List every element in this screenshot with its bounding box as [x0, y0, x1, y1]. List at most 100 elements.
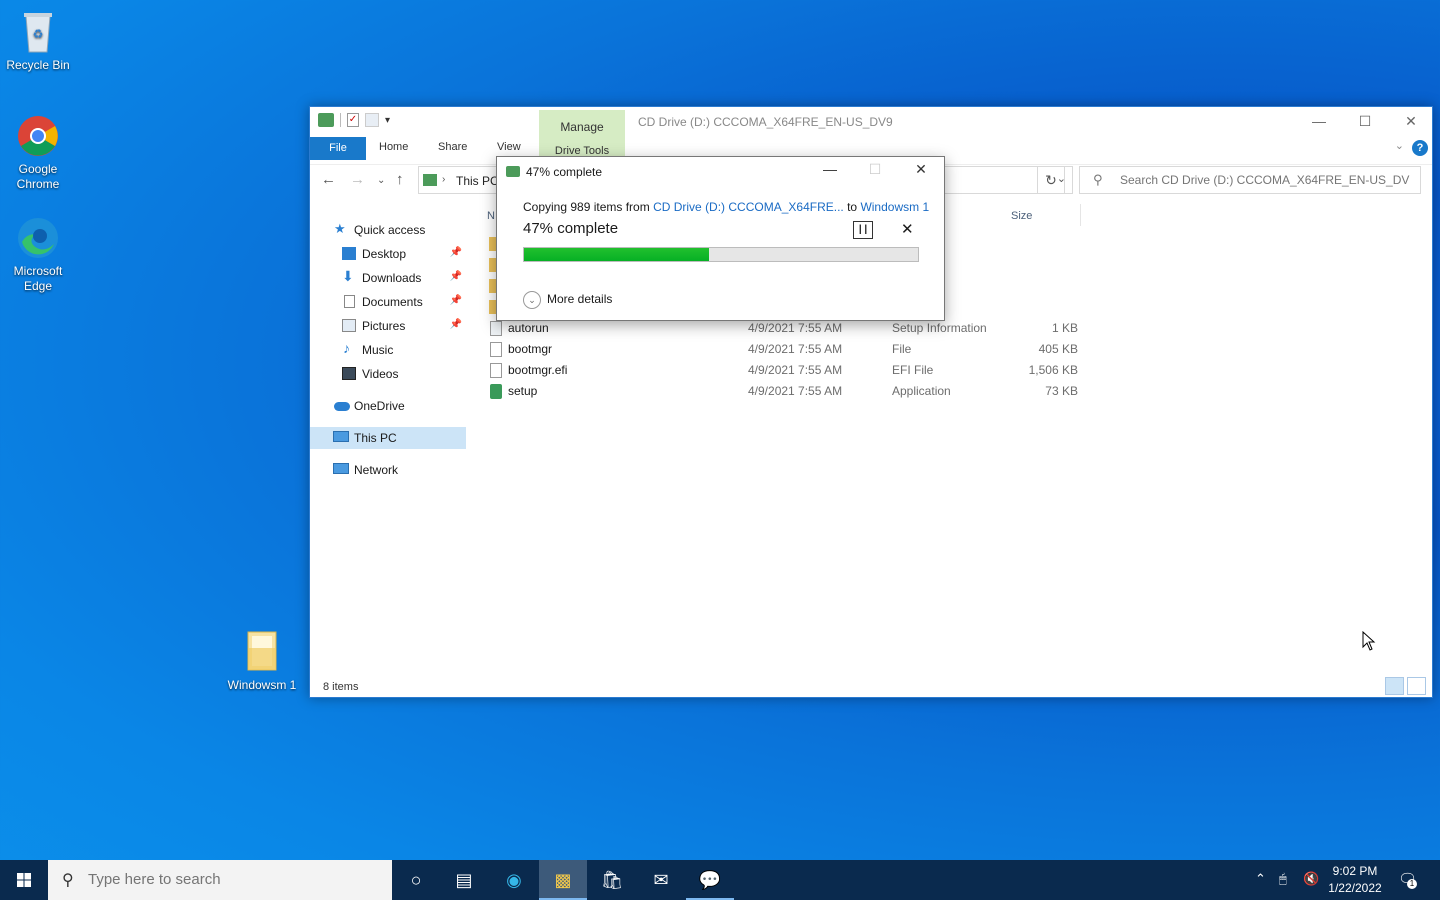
pin-icon[interactable]: 📌: [450, 295, 462, 306]
copy-progress-dialog: 47% complete — ☐ ✕ Copying 989 items fro…: [496, 156, 945, 321]
up-arrow-icon[interactable]: ↑: [396, 171, 404, 188]
nav-item-label: OneDrive: [354, 399, 405, 413]
nav-item-label: Desktop: [362, 247, 407, 261]
store-icon[interactable]: 🛍: [588, 860, 636, 900]
tab-share[interactable]: Share: [438, 141, 467, 153]
back-arrow-icon[interactable]: ←: [321, 171, 336, 188]
desktop-icon-label: Microsoft Edge: [13, 264, 63, 293]
nav-item-downloads[interactable]: ⬇ Downloads 📌: [310, 267, 466, 289]
desktop-icon-microsoft-edge[interactable]: Microsoft Edge: [0, 214, 76, 294]
close-button[interactable]: ✕: [1388, 107, 1434, 137]
nav-item-videos[interactable]: Videos: [310, 363, 466, 385]
new-folder-icon[interactable]: [365, 113, 379, 127]
taskbar-clock[interactable]: 9:02 PM 1/22/2022: [1320, 863, 1390, 897]
network-tray-icon[interactable]: 🖱: [1279, 871, 1287, 887]
taskbar-search[interactable]: ⚲: [48, 860, 392, 900]
title-bar: ✓ ▾ Manage Drive Tools CD Drive (D:) CCC…: [310, 107, 1434, 158]
pin-icon[interactable]: 📌: [450, 271, 462, 282]
breadcrumb[interactable]: This PC: [456, 174, 499, 188]
search-box[interactable]: ⚲: [1079, 166, 1421, 194]
taskbar: ⚲ ○ ▤ ◉ ▩ 🛍 ✉ 💬 ⌃ 🖱 🔇 9:02 PM 1/22/2022 …: [0, 860, 1440, 900]
file-explorer-taskbar-icon[interactable]: ▩: [539, 860, 587, 900]
destination-link[interactable]: Windowsm 1: [860, 200, 929, 214]
computer-icon: [333, 431, 349, 442]
pin-icon[interactable]: 📌: [450, 247, 462, 258]
dialog-title: 47% complete: [526, 165, 603, 179]
file-name: bootmgr.efi: [508, 363, 568, 377]
separator: [340, 113, 341, 127]
list-item[interactable]: bootmgr.efi 4/9/2021 7:55 AM EFI File 1,…: [487, 360, 1087, 381]
pause-button[interactable]: | |: [853, 221, 873, 239]
desktop-icon-recycle-bin[interactable]: ♻ Recycle Bin: [0, 8, 76, 73]
file-icon: [490, 342, 502, 357]
large-icons-view-icon[interactable]: [1407, 677, 1426, 695]
download-arrow-icon: ⬇: [342, 268, 354, 284]
list-item[interactable]: setup 4/9/2021 7:55 AM Application 73 KB: [487, 381, 1087, 402]
progress-fill: [524, 248, 710, 261]
start-button[interactable]: [0, 860, 48, 900]
dialog-close-button[interactable]: ✕: [906, 161, 936, 178]
nav-item-desktop[interactable]: Desktop 📌: [310, 243, 466, 265]
chrome-icon: [14, 112, 62, 160]
task-view-icon[interactable]: ▤: [440, 860, 488, 900]
list-item[interactable]: bootmgr 4/9/2021 7:55 AM File 405 KB: [487, 339, 1087, 360]
desktop-icon-label: Windowsm 1: [227, 678, 297, 692]
file-name: autorun: [508, 321, 549, 335]
to-word: to: [843, 200, 861, 214]
expand-ribbon-icon[interactable]: ⌄: [1395, 139, 1404, 152]
column-name-header[interactable]: N: [487, 210, 495, 222]
volume-muted-icon[interactable]: 🔇: [1303, 871, 1319, 887]
column-divider: [1080, 204, 1081, 226]
pin-icon[interactable]: 📌: [450, 319, 462, 330]
notification-center-icon[interactable]: 🗨 1: [1398, 870, 1417, 889]
nav-item-music[interactable]: ♪ Music: [310, 339, 466, 361]
cortana-icon[interactable]: ○: [392, 860, 440, 900]
tab-file[interactable]: File: [310, 137, 366, 160]
nav-item-this-pc[interactable]: This PC: [310, 427, 466, 449]
search-input[interactable]: [1120, 173, 1410, 187]
source-link[interactable]: CD Drive (D:) CCCOMA_X64FRE...: [653, 200, 844, 214]
chevron-down-icon: ⌄: [523, 291, 541, 309]
cancel-copy-button[interactable]: ✕: [901, 220, 914, 238]
tab-home[interactable]: Home: [379, 141, 408, 153]
status-item-count: 8 items: [323, 681, 359, 693]
tab-view[interactable]: View: [497, 141, 521, 153]
nav-item-quick-access[interactable]: ★ Quick access: [310, 219, 466, 241]
nav-item-network[interactable]: Network: [310, 459, 466, 481]
copy-description: Copying 989 items from CD Drive (D:) CCC…: [523, 200, 929, 214]
help-icon[interactable]: ?: [1412, 140, 1428, 156]
mail-icon[interactable]: ✉: [637, 860, 685, 900]
list-item[interactable]: autorun 4/9/2021 7:55 AM Setup Informati…: [487, 318, 1087, 339]
desktop-icon-windowsm-folder[interactable]: Windowsm 1: [224, 628, 300, 693]
details-view-icon[interactable]: [1385, 677, 1404, 695]
nav-item-documents[interactable]: Documents 📌: [310, 291, 466, 313]
file-type: EFI File: [892, 363, 934, 377]
show-hidden-icons-icon[interactable]: ⌃: [1255, 871, 1266, 887]
file-name: setup: [508, 384, 538, 398]
more-details-button[interactable]: ⌄ More details: [523, 291, 612, 309]
refresh-icon[interactable]: ↻: [1037, 166, 1065, 194]
network-icon: [333, 463, 349, 474]
file-date: 4/9/2021 7:55 AM: [748, 342, 843, 356]
dialog-minimize-button[interactable]: —: [815, 161, 845, 177]
minimize-button[interactable]: —: [1296, 107, 1342, 137]
file-type: File: [892, 342, 912, 356]
feedback-hub-icon[interactable]: 💬: [686, 860, 734, 900]
view-toggle: [1385, 677, 1426, 695]
percent-complete: 47% complete: [523, 220, 619, 237]
desktop-icon-google-chrome[interactable]: Google Chrome: [0, 112, 76, 192]
taskbar-search-input[interactable]: [88, 871, 378, 888]
maximize-button[interactable]: ☐: [1342, 107, 1388, 137]
column-size-header[interactable]: Size: [1011, 210, 1032, 222]
customize-qat-icon[interactable]: ▾: [385, 115, 390, 126]
search-icon: ⚲: [62, 872, 74, 889]
recent-locations-icon[interactable]: ⌄: [377, 175, 385, 186]
properties-icon[interactable]: ✓: [347, 113, 359, 127]
forward-arrow-icon[interactable]: →: [350, 171, 365, 188]
nav-item-pictures[interactable]: Pictures 📌: [310, 315, 466, 337]
edge-taskbar-icon[interactable]: ◉: [490, 860, 538, 900]
nav-item-onedrive[interactable]: OneDrive: [310, 395, 466, 417]
search-icon: ⚲: [1093, 172, 1103, 187]
mouse-cursor-icon: [1362, 631, 1376, 651]
pictures-icon: [342, 319, 356, 332]
